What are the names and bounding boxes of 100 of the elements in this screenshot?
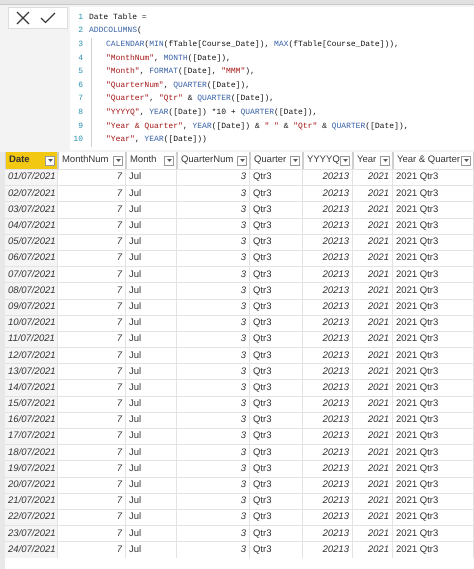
table-cell: 7: [58, 478, 126, 493]
table-cell: 2021 Qtr3: [393, 542, 474, 558]
column-header[interactable]: QuarterNum: [177, 152, 250, 169]
table-cell: 2021: [353, 494, 393, 509]
table-cell: 7: [58, 234, 126, 250]
table-cell: 22/07/2021: [5, 510, 58, 526]
table-cell: 7: [58, 170, 126, 186]
table-cell: 7: [58, 429, 126, 444]
table-cell: 14/07/2021: [5, 380, 58, 396]
table-cell: 2021: [353, 396, 393, 412]
table-cell: 20213: [303, 364, 353, 380]
filter-dropdown[interactable]: [237, 156, 247, 166]
table-cell: 20213: [303, 202, 353, 218]
table-cell: 20213: [303, 526, 353, 542]
table-cell: 20213: [303, 267, 353, 282]
column-header[interactable]: Month: [126, 152, 177, 169]
table-cell: 2021 Qtr3: [393, 170, 474, 186]
table-cell: Jul: [126, 510, 177, 526]
table-cell: 3: [177, 300, 250, 315]
table-cell: Qtr3: [250, 542, 303, 558]
table-cell: 20213: [303, 300, 353, 315]
table-cell: Jul: [126, 332, 177, 348]
table-cell: 03/07/2021: [5, 202, 58, 218]
table-cell: Jul: [126, 300, 177, 315]
table-cell: 2021: [353, 364, 393, 380]
filter-dropdown[interactable]: [164, 156, 174, 166]
table-cell: Jul: [126, 186, 177, 202]
table-cell: Jul: [126, 429, 177, 444]
filter-dropdown[interactable]: [461, 156, 471, 166]
table-cell: 2021: [353, 380, 393, 396]
table-cell: Jul: [126, 542, 177, 558]
table-cell: 2021 Qtr3: [393, 332, 474, 348]
table-cell: Qtr3: [250, 332, 303, 348]
filter-dropdown[interactable]: [45, 156, 55, 166]
table-cell: 7: [58, 332, 126, 348]
caret-icon: [382, 159, 388, 162]
table-cell: 2021 Qtr3: [393, 186, 474, 202]
table-cell: Qtr3: [250, 300, 303, 315]
table-cell: 3: [177, 186, 250, 202]
column-header[interactable]: MonthNum: [58, 152, 126, 169]
line-number: 9: [77, 120, 84, 133]
line-number: 8: [77, 106, 84, 119]
code-line: CALENDAR(MIN(fTable[Course_Date]), MAX(fTable[Course_Date])),: [106, 38, 399, 51]
column-title: Date: [9, 153, 30, 168]
filter-dropdown[interactable]: [290, 156, 300, 166]
table-cell: 2021: [353, 461, 393, 477]
table-cell: 2021 Qtr3: [393, 316, 474, 331]
line-number: 6: [77, 80, 84, 92]
table-cell: 7: [58, 461, 126, 477]
table-cell: 20213: [303, 461, 353, 477]
table-cell: Qtr3: [250, 429, 303, 444]
table-cell: 7: [58, 202, 126, 218]
commit-button[interactable]: [40, 12, 56, 24]
table-cell: 7: [58, 250, 126, 266]
code-line: "MonthNum", MONTH([Date]),: [106, 52, 231, 65]
table-cell: 2021 Qtr3: [393, 478, 474, 493]
table-cell: 3: [177, 510, 250, 526]
table-cell: Qtr3: [250, 526, 303, 542]
table-cell: 20/07/2021: [5, 478, 58, 493]
table-cell: 20213: [303, 250, 353, 266]
table-cell: 09/07/2021: [5, 300, 58, 315]
line-number: 10: [72, 134, 84, 146]
table-cell: 3: [177, 332, 250, 348]
column-header[interactable]: Year & Quarter: [393, 152, 474, 169]
table-cell: Qtr3: [250, 186, 303, 202]
table-cell: 2021: [353, 283, 393, 298]
column-header[interactable]: Year: [353, 152, 393, 169]
table-cell: 3: [177, 526, 250, 542]
table-cell: 3: [177, 461, 250, 477]
column-header[interactable]: YYYYQ: [303, 152, 353, 169]
column-header[interactable]: Date: [5, 152, 58, 169]
filter-dropdown[interactable]: [113, 156, 123, 166]
table-cell: Jul: [126, 234, 177, 250]
table-cell: 20213: [303, 494, 353, 509]
filter-dropdown[interactable]: [340, 156, 350, 166]
table-cell: 2021 Qtr3: [393, 510, 474, 526]
table-cell: Qtr3: [250, 445, 303, 460]
column-title: Quarter: [254, 153, 286, 168]
table-cell: Jul: [126, 461, 177, 477]
caret-icon: [342, 159, 348, 162]
column-header[interactable]: Quarter: [250, 152, 303, 169]
caret-icon: [48, 159, 52, 162]
table-cell: 3: [177, 412, 250, 428]
table-cell: 3: [177, 494, 250, 509]
cancel-button[interactable]: [16, 11, 30, 25]
caret-icon: [464, 159, 468, 162]
table-cell: 7: [58, 283, 126, 298]
table-cell: Qtr3: [250, 283, 303, 298]
table-cell: Qtr3: [250, 396, 303, 412]
table-cell: 2021: [353, 412, 393, 428]
table-cell: 2021 Qtr3: [393, 380, 474, 396]
filter-dropdown[interactable]: [380, 156, 390, 166]
column-title: Year & Quarter: [397, 153, 460, 168]
table-cell: 2021: [353, 170, 393, 186]
formula-editor[interactable]: [70, 7, 474, 150]
table-cell: Jul: [126, 283, 177, 298]
table-cell: 20213: [303, 170, 353, 186]
column-title: Year: [357, 153, 376, 168]
table-cell: 7: [58, 348, 126, 364]
table-cell: Qtr3: [250, 316, 303, 331]
